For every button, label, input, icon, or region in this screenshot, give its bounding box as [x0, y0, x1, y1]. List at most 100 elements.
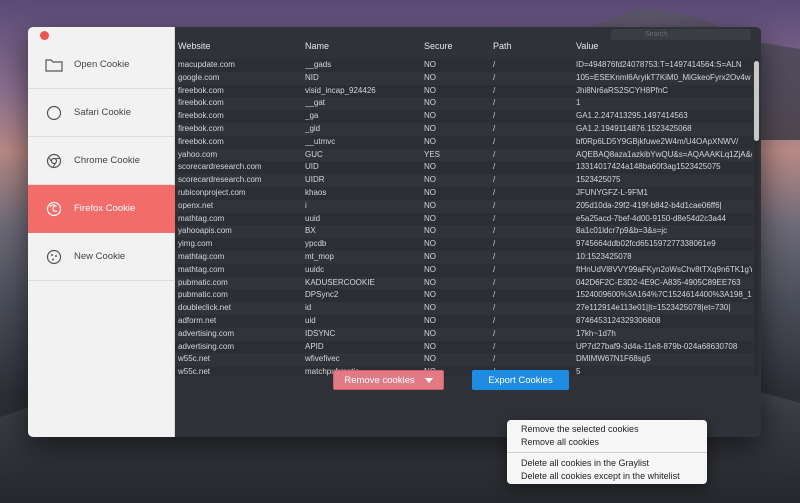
table-row[interactable]: fireebok.com _gid NO / GA1.2.1949114876.1523… — [175, 122, 753, 136]
table-row[interactable]: mathtag.com uuid NO / e5a25acd-7bef-4d00-915… — [175, 213, 753, 226]
cell-secure: NO — [424, 290, 436, 300]
cell-name: uuid — [305, 213, 321, 223]
cell-website: advertising.com — [178, 341, 235, 351]
cell-secure: NO — [424, 162, 436, 172]
table-row[interactable]: fireebok.com __utmvc NO / bf0Rp6LD5Y9GBjkfuw… — [175, 136, 753, 149]
menu-item-delete-except-whitelist[interactable]: Delete all cookies except in the whiteli… — [507, 470, 707, 483]
table-row[interactable]: advertising.com IDSYNC NO / 17kh~1d7h — [175, 327, 753, 341]
cell-value: 1524009600%3A164%7C1524614400%3A198_1 — [576, 290, 752, 300]
table-row[interactable]: mathtag.com uuidc NO / ftHnUdVl8VVY99aFKyn2o… — [175, 264, 753, 277]
table-row[interactable]: fireebok.com _ga NO / GA1.2.247413295.149741… — [175, 110, 753, 123]
cell-path: / — [493, 200, 496, 210]
cell-value: 5 — [576, 367, 581, 376]
cell-value: 10:1523425078 — [576, 251, 632, 261]
cell-name: UID — [305, 162, 319, 172]
column-header-secure[interactable]: Secure — [424, 41, 484, 51]
cell-value: 27e112914e113e01||t=1523425078|et=730| — [576, 303, 731, 313]
cell-path: / — [493, 123, 496, 133]
table-row[interactable]: pubmatic.com DPSync2 NO / 1524009600%3A164%7… — [175, 289, 753, 302]
sidebar-item-label: Chrome Cookie — [74, 155, 140, 166]
cell-path: / — [493, 213, 496, 223]
table-row[interactable]: rubiconproject.com khaos NO / JFUNYGFZ-L-9FM… — [175, 187, 753, 200]
sidebar-item-new-cookie[interactable]: New Cookie — [28, 233, 175, 281]
menu-item-remove-selected[interactable]: Remove the selected cookies — [507, 423, 707, 436]
cell-name: APID — [305, 341, 324, 351]
cell-website: doubleclick.net — [178, 303, 231, 313]
column-header-website[interactable]: Website — [178, 41, 303, 51]
table-row[interactable]: w55c.net wfivefivec NO / DMIMW67N1F68sg5 — [175, 353, 753, 367]
sidebar-item-label: Firefox Cookie — [74, 203, 136, 214]
table-row[interactable]: doubleclick.net id NO / 27e112914e113e01||t=… — [175, 302, 753, 315]
cell-secure: NO — [424, 98, 436, 108]
sidebar-item-safari-cookie[interactable]: Safari Cookie — [28, 89, 175, 137]
table-row[interactable]: mathtag.com mt_mop NO / 10:1523425078 — [175, 250, 753, 264]
remove-cookies-button[interactable]: Remove cookies — [333, 370, 444, 390]
cell-path: / — [493, 149, 496, 159]
cell-path: / — [493, 175, 496, 185]
column-header-path[interactable]: Path — [493, 41, 573, 51]
scrollbar-thumb[interactable] — [754, 61, 759, 141]
cell-path: / — [493, 239, 496, 249]
table-row[interactable]: openx.net i NO / 205d10da-29f2-419f-b842-b4d… — [175, 199, 753, 213]
table-row[interactable]: macupdate.com __gads NO / ID=494876fd2407875… — [175, 59, 753, 72]
vertical-scrollbar[interactable] — [754, 59, 759, 376]
table-row[interactable]: yahoo.com GUC YES / AQEBAQ8aza1azkibYwQU&s=A… — [175, 148, 753, 162]
table-row[interactable]: fireebok.com __gat NO / 1 — [175, 97, 753, 111]
table-row[interactable]: yimg.com ypcdb NO / 9745664ddb02fcd651597277… — [175, 238, 753, 251]
cell-path: / — [493, 303, 496, 313]
cell-name: uid — [305, 315, 316, 325]
table-row[interactable]: google.com NID NO / 105=ESEKnml6AryikT7KiM0_… — [175, 71, 753, 85]
table-row[interactable]: adform.net uid NO / 8746453124329306808 — [175, 315, 753, 328]
menu-item-delete-graylist[interactable]: Delete all cookies in the Graylist — [507, 457, 707, 470]
cookie-table-body: macupdate.com __gads NO / ID=494876fd2407875… — [175, 59, 753, 376]
table-row[interactable]: scorecardresearch.com UIDR NO / 1523425075 — [175, 174, 753, 187]
cell-value: 042D6F2C-E3D2-4E9C-A835-4905C89EE763 — [576, 277, 741, 287]
cell-website: macupdate.com — [178, 60, 235, 69]
cell-value: DMIMW67N1F68sg5 — [576, 354, 651, 364]
cell-value: UP7d27baf9-3d4a-11e8-879b-024a68630708 — [576, 341, 738, 351]
cell-website: yahooapis.com — [178, 226, 232, 236]
cell-name: visid_incap_924426 — [305, 85, 376, 95]
column-header-name[interactable]: Name — [305, 41, 420, 51]
cell-path: / — [493, 277, 496, 287]
search-input[interactable]: Search — [611, 29, 751, 40]
cell-secure: NO — [424, 200, 436, 210]
cell-website: advertising.com — [178, 328, 235, 338]
cell-secure: NO — [424, 303, 436, 313]
chevron-down-icon — [424, 377, 433, 383]
cell-website: pubmatic.com — [178, 277, 228, 287]
cell-website: yimg.com — [178, 239, 213, 249]
sidebar-item-open-cookie[interactable]: Open Cookie — [28, 41, 175, 89]
column-header-value[interactable]: Value — [576, 41, 752, 51]
cell-value: 1 — [576, 98, 581, 108]
cell-value: ID=494876fd24078753:T=1497414564:S=ALN — [576, 60, 742, 69]
cell-secure: NO — [424, 213, 436, 223]
cell-value: 8746453124329306808 — [576, 315, 661, 325]
cell-website: mathtag.com — [178, 213, 225, 223]
sidebar-item-chrome-cookie[interactable]: Chrome Cookie — [28, 137, 175, 185]
cell-path: / — [493, 136, 496, 146]
menu-item-remove-all[interactable]: Remove all cookies — [507, 436, 707, 449]
cell-name: __gads — [305, 60, 332, 69]
table-row[interactable]: w55c.netmatchpubmaticNO/5 — [175, 366, 753, 376]
cell-website: google.com — [178, 72, 220, 82]
cell-website: mathtag.com — [178, 264, 225, 274]
cell-value: 205d10da-29f2-419f-b842-b4d1cae06ff6| — [576, 200, 722, 210]
table-row[interactable]: yahooapis.com BX NO / 8a1c01ldcr7p9&b=3&s=jc — [175, 225, 753, 239]
cell-secure: NO — [424, 175, 436, 185]
cell-path: / — [493, 290, 496, 300]
table-row[interactable]: pubmatic.com KADUSERCOOKIE NO / 042D6F2C-E3D… — [175, 276, 753, 290]
sidebar-item-firefox-cookie[interactable]: Firefox Cookie — [28, 185, 175, 233]
table-row[interactable]: scorecardresearch.com UID NO / 13314017424a1… — [175, 161, 753, 174]
cell-name: UIDR — [305, 175, 325, 185]
table-row[interactable]: advertising.com APID NO / UP7d27baf9-3d4a-11… — [175, 341, 753, 354]
cell-secure: YES — [424, 149, 441, 159]
table-row[interactable]: fireebok.com visid_incap_924426 NO / Jhi8Nr6… — [175, 85, 753, 98]
cell-name: IDSYNC — [305, 328, 336, 338]
cell-website: scorecardresearch.com — [178, 162, 262, 172]
close-window-button[interactable] — [40, 31, 49, 40]
cell-value: GA1.2.1949114876.1523425068 — [576, 123, 692, 133]
cell-name: __gat — [305, 98, 326, 108]
cell-secure: NO — [424, 315, 436, 325]
export-cookies-button[interactable]: Export Cookies — [472, 370, 569, 390]
